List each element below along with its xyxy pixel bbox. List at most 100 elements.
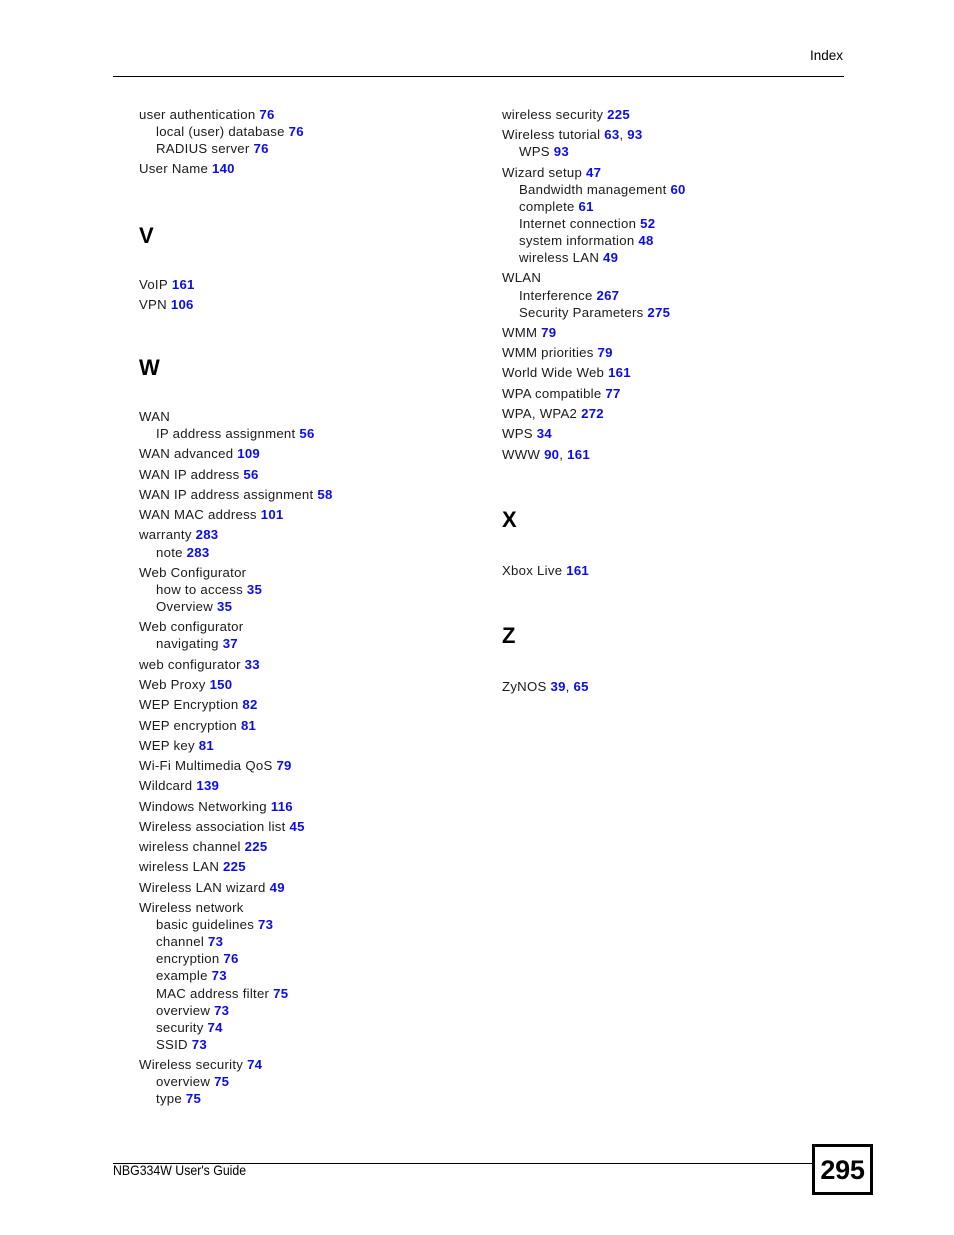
page-reference-link[interactable]: 35 — [243, 582, 262, 597]
page-reference-link[interactable]: 150 — [206, 677, 233, 692]
index-entry: IP address assignment 56 — [156, 425, 499, 442]
index-entry: Wireless tutorial 63, 93 — [502, 126, 862, 143]
index-entry: Web Proxy 150 — [139, 676, 499, 693]
page-reference-link[interactable]: 77 — [601, 386, 620, 401]
page-reference-link[interactable]: 75 — [269, 986, 288, 1001]
page-reference-link[interactable]: 140 — [208, 161, 235, 176]
index-entry: WMM 79 — [502, 324, 862, 341]
page-reference-link[interactable]: 33 — [241, 657, 260, 672]
index-entry-label: Wireless LAN wizard — [139, 879, 266, 895]
page-reference-link[interactable]: 73 — [208, 968, 227, 983]
page-reference-link[interactable]: 76 — [219, 951, 238, 966]
index-entry: WLAN — [502, 269, 862, 286]
page-reference-link[interactable]: 56 — [295, 426, 314, 441]
index-entry: WEP Encryption 82 — [139, 696, 499, 713]
index-entry-label: Web configurator — [139, 619, 244, 635]
page-reference-link[interactable]: 73 — [204, 934, 223, 949]
page-reference-link[interactable]: 48 — [634, 233, 653, 248]
index-entry: user authentication 76 — [139, 106, 499, 123]
index-entry-label: how to access — [156, 581, 243, 597]
page-reference-link[interactable]: 81 — [237, 718, 256, 733]
index-page: Index user authentication 76 local (user)… — [0, 0, 954, 1235]
index-entry: WEP key 81 — [139, 737, 499, 754]
index-entry: ZyNOS 39, 65 — [502, 678, 862, 695]
index-entry-label: Wireless tutorial — [502, 127, 601, 143]
index-entry-label: VoIP — [139, 276, 168, 292]
page-reference-link[interactable]: 79 — [594, 345, 613, 360]
page-reference-link[interactable]: 34 — [533, 426, 552, 441]
index-entry: encryption 76 — [156, 950, 499, 967]
page-reference-link[interactable]: 73 — [254, 917, 273, 932]
letter-heading-z: Z — [502, 622, 516, 648]
index-entry: web configurator 33 — [139, 656, 499, 673]
page-reference-link[interactable]: 225 — [241, 839, 268, 854]
index-entry-label: wireless security — [502, 107, 604, 122]
index-entry-label: IP address assignment — [156, 426, 296, 442]
index-entry-label: WPA, WPA2 — [502, 406, 578, 421]
index-entry-label: WAN — [139, 408, 171, 424]
index-entry: Wireless network — [139, 899, 499, 916]
page-reference-link[interactable]: 47 — [582, 165, 601, 180]
page-reference-link[interactable]: 161 — [168, 277, 195, 292]
page-reference-link[interactable]: 58 — [313, 487, 332, 502]
index-entry-label: WAN IP address — [139, 466, 240, 482]
index-entry: Bandwidth management 60 — [519, 181, 862, 198]
page-reference-link[interactable]: 225 — [219, 859, 246, 874]
page-reference-link[interactable]: 116 — [267, 799, 293, 814]
page-reference-link[interactable]: 267 — [593, 288, 620, 303]
index-entry-label: Wireless association list — [139, 818, 286, 834]
index-column-right: wireless security 225 Wireless tutorial 6… — [502, 106, 862, 695]
page-reference-link[interactable]: 37 — [219, 636, 238, 651]
page-reference-link[interactable]: 275 — [643, 305, 670, 320]
page-reference-link[interactable]: 65 — [570, 679, 589, 694]
page-reference-link[interactable]: 75 — [182, 1091, 201, 1106]
page-reference-link[interactable]: 82 — [238, 697, 257, 712]
page-reference-link[interactable]: 283 — [192, 527, 219, 542]
page-reference-link[interactable]: 76 — [250, 141, 269, 156]
page-reference-link[interactable]: 93 — [623, 127, 642, 142]
page-reference-link[interactable]: 79 — [273, 758, 292, 773]
index-entry-label: encryption — [156, 951, 220, 967]
index-entry: overview 75 — [156, 1073, 499, 1090]
page-reference-link[interactable]: 73 — [210, 1003, 229, 1018]
index-entry-label: complete — [519, 198, 575, 214]
page-reference-link[interactable]: 81 — [195, 738, 214, 753]
page-reference-link[interactable]: 272 — [577, 406, 604, 421]
page-reference-link[interactable]: 74 — [243, 1057, 262, 1072]
page-reference-link[interactable]: 52 — [636, 216, 655, 231]
page-reference-link[interactable]: 75 — [210, 1074, 229, 1089]
page-reference-link[interactable]: 49 — [266, 880, 285, 895]
index-entry: system information 48 — [519, 232, 862, 249]
page-reference-link[interactable]: 39 — [547, 679, 566, 694]
page-reference-link[interactable]: 106 — [167, 297, 194, 312]
index-entry: WMM priorities 79 — [502, 344, 862, 361]
page-reference-link[interactable]: 63 — [600, 127, 619, 142]
page-reference-link[interactable]: 35 — [213, 599, 232, 614]
page-reference-link[interactable]: 283 — [183, 545, 210, 560]
page-reference-link[interactable]: 79 — [537, 325, 556, 340]
page-reference-link[interactable]: 56 — [239, 467, 258, 482]
page-reference-link[interactable]: 73 — [188, 1037, 207, 1052]
page-reference-link[interactable]: 61 — [575, 199, 594, 214]
page-reference-link[interactable]: 161 — [604, 365, 631, 380]
index-entry-label: VPN — [139, 296, 167, 312]
index-entry: Wireless association list 45 — [139, 818, 499, 835]
index-entry: example 73 — [156, 967, 499, 984]
page-reference-link[interactable]: 225 — [603, 107, 630, 122]
page-reference-link[interactable]: 90 — [540, 447, 559, 462]
page-reference-link[interactable]: 74 — [204, 1020, 223, 1035]
page-reference-link[interactable]: 76 — [285, 124, 304, 139]
page-reference-link[interactable]: 101 — [257, 507, 284, 522]
page-reference-link[interactable]: 45 — [286, 819, 305, 834]
index-entry: Wizard setup 47 — [502, 164, 862, 181]
page-reference-link[interactable]: 49 — [599, 250, 618, 265]
page-reference-link[interactable]: 139 — [192, 778, 219, 793]
page-reference-link[interactable]: 109 — [233, 446, 260, 461]
index-entry: Interference 267 — [519, 287, 862, 304]
page-reference-link[interactable]: 60 — [667, 182, 686, 197]
page-reference-link[interactable]: 161 — [563, 447, 590, 462]
page-reference-link[interactable]: 76 — [255, 107, 274, 122]
page-reference-link[interactable]: 161 — [562, 563, 589, 578]
page-reference-link[interactable]: 93 — [550, 144, 569, 159]
index-entry: Web configurator — [139, 618, 499, 635]
